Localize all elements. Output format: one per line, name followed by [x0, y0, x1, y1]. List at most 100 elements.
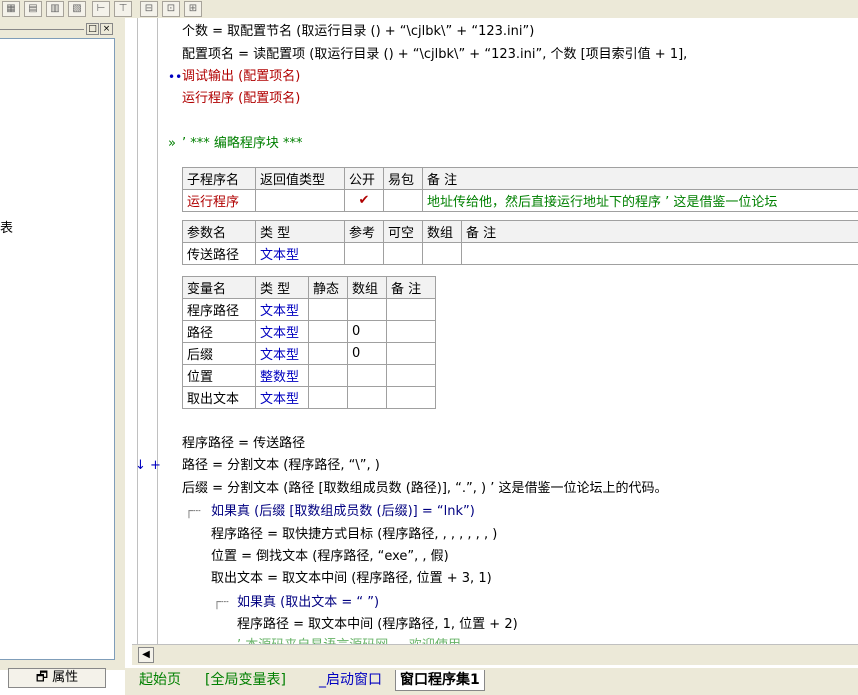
plus-icon[interactable]: ⊞ [184, 1, 202, 17]
var-header-array: 数组 [347, 276, 387, 299]
var-cell[interactable] [347, 364, 387, 387]
code-line-1[interactable]: 个数 = 取配置节名 (取运行目录 () + “\cjlbk\” + “123.… [182, 22, 534, 42]
properties-button[interactable]: 🗗 属性 [8, 668, 106, 688]
code-line-body10[interactable]: ’ 本源码来自易语言源码网 ... 欢迎使用 [237, 636, 461, 644]
param-table[interactable]: 参数名 类 型 参考 可空 数组 备 注 传送路径 文本型 [182, 220, 858, 265]
var-cell[interactable]: 程序路径 [182, 298, 256, 321]
table-row[interactable]: 后缀 文本型 0 [182, 342, 436, 365]
var-table[interactable]: 变量名 类 型 静态 数组 备 注 程序路径 文本型 路径 文本型 0 后缀 文… [182, 276, 436, 409]
var-cell[interactable]: 0 [347, 320, 387, 343]
tab-window-program-set[interactable]: 窗口程序集1 [395, 670, 485, 691]
close-icon[interactable]: × [100, 23, 113, 35]
var-cell[interactable] [386, 364, 436, 387]
splitter[interactable] [117, 18, 125, 670]
var-cell[interactable]: 后缀 [182, 342, 256, 365]
debug-marker-icon: •• [168, 70, 183, 84]
code-line-body7[interactable]: 取出文本 = 取文本中间 (程序路径, 位置 + 3, 1) [211, 569, 492, 589]
code-line-3[interactable]: 调试输出 (配置项名) [182, 67, 300, 87]
fold-marker-icon[interactable]: » [168, 134, 176, 154]
table-row[interactable]: 路径 文本型 0 [182, 320, 436, 343]
code-line-5[interactable]: ’ *** 编略程序块 *** [182, 134, 303, 154]
var-cell[interactable] [347, 386, 387, 409]
sub-cell-note[interactable]: 地址传给他，然后直接运行地址下的程序 ’ 这是借鉴一位论坛 [422, 189, 858, 212]
var-cell[interactable]: 整数型 [255, 364, 309, 387]
code-line-body1[interactable]: 程序路径 = 传送路径 [182, 434, 305, 454]
table-row[interactable]: 程序路径 文本型 [182, 298, 436, 321]
table-row[interactable]: 位置 整数型 [182, 364, 436, 387]
h-icon[interactable]: ⊢ [92, 1, 110, 17]
tree-text-fragment: 表 [0, 221, 14, 236]
var-cell[interactable]: 文本型 [255, 386, 309, 409]
code-line-4[interactable]: 运行程序 (配置项名) [182, 89, 300, 109]
var-cell[interactable] [308, 342, 348, 365]
horizontal-scrollbar[interactable]: ◀ [132, 644, 858, 665]
var-cell[interactable]: 文本型 [255, 342, 309, 365]
check-icon[interactable]: ✔ [344, 189, 384, 212]
param-cell-type[interactable]: 文本型 [255, 242, 345, 265]
param-header-ref: 参考 [344, 220, 384, 243]
code-line-body5[interactable]: 程序路径 = 取快捷方式目标 (程序路径, , , , , , , ) [211, 525, 497, 545]
sub-cell-name[interactable]: 运行程序 [182, 189, 256, 212]
var-header-name: 变量名 [182, 276, 256, 299]
param-cell-name[interactable]: 传送路径 [182, 242, 256, 265]
breakpoint-gutter[interactable] [125, 18, 138, 644]
var-cell[interactable]: 路径 [182, 320, 256, 343]
table-row[interactable]: 取出文本 文本型 [182, 386, 436, 409]
var-cell[interactable] [308, 364, 348, 387]
fold-guide: ┌┄ [213, 595, 229, 610]
code-line-body3[interactable]: 后缀 = 分割文本 (路径 [取数组成员数 (路径)], “.”, ) ’ 这是… [182, 479, 668, 499]
var-cell[interactable]: 文本型 [255, 320, 309, 343]
var-cell[interactable] [386, 342, 436, 365]
code-line-body8[interactable]: 如果真 (取出文本 = “ ”) [237, 593, 379, 613]
tab-startup-window[interactable]: _启动窗口 [315, 670, 386, 690]
var-cell[interactable]: 取出文本 [182, 386, 256, 409]
box-icon[interactable]: ⊡ [162, 1, 180, 17]
param-cell-ref[interactable] [344, 242, 384, 265]
sub-cell-return[interactable] [255, 189, 345, 212]
code-editor[interactable]: 个数 = 取配置节名 (取运行目录 () + “\cjlbk\” + “123.… [125, 18, 858, 644]
var-header-type: 类 型 [255, 276, 309, 299]
var-cell[interactable] [308, 320, 348, 343]
chart-icon[interactable]: ▥ [46, 1, 64, 17]
code-line-2[interactable]: 配置项名 = 读配置项 (取运行目录 () + “\cjlbk\” + “123… [182, 45, 687, 65]
fold-guide: ┌┄ [185, 504, 201, 519]
restore-icon[interactable]: □ [86, 23, 99, 35]
sub-table[interactable]: 子程序名 返回值类型 公开 易包 备 注 运行程序 ✔ 地址传给他，然后直接运行… [182, 167, 858, 212]
panel-tree[interactable]: 表 [0, 38, 115, 660]
sub-header-public: 公开 [344, 167, 384, 190]
sub-header-name: 子程序名 [182, 167, 256, 190]
left-panel: □ × 表 [0, 18, 117, 670]
var-cell[interactable] [347, 298, 387, 321]
properties-icon: 🗗 [35, 670, 49, 685]
var-cell[interactable] [386, 298, 436, 321]
code-line-body6[interactable]: 位置 = 倒找文本 (程序路径, “exe”, , 假) [211, 547, 449, 567]
var-cell[interactable] [386, 320, 436, 343]
var-cell[interactable] [308, 386, 348, 409]
sub-header-return: 返回值类型 [255, 167, 345, 190]
minus-icon[interactable]: ⊟ [140, 1, 158, 17]
code-line-body9[interactable]: 程序路径 = 取文本中间 (程序路径, 1, 位置 + 2) [237, 615, 518, 635]
tab-start[interactable]: 起始页 [135, 670, 185, 690]
var-cell[interactable]: 文本型 [255, 298, 309, 321]
var-header-note: 备 注 [386, 276, 436, 299]
scroll-left-icon[interactable]: ◀ [138, 647, 154, 663]
t-icon[interactable]: ⊤ [114, 1, 132, 17]
param-cell-null[interactable] [383, 242, 423, 265]
param-cell-note[interactable] [461, 242, 858, 265]
code-line-body2[interactable]: 路径 = 分割文本 (程序路径, “\”, ) [182, 456, 380, 476]
param-header-type: 类 型 [255, 220, 345, 243]
properties-label: 属性 [52, 670, 79, 685]
var-cell[interactable] [386, 386, 436, 409]
marker-gutter[interactable] [145, 18, 158, 644]
param-cell-array[interactable] [422, 242, 462, 265]
grid-icon[interactable]: ▦ [2, 1, 20, 17]
table-icon[interactable]: ▤ [24, 1, 42, 17]
var-cell[interactable]: 位置 [182, 364, 256, 387]
split-icon[interactable]: ▧ [68, 1, 86, 17]
var-cell[interactable] [308, 298, 348, 321]
var-cell[interactable]: 0 [347, 342, 387, 365]
var-header-static: 静态 [308, 276, 348, 299]
tab-global-vars[interactable]: [全局变量表] [201, 670, 290, 690]
sub-cell-easy[interactable] [383, 189, 423, 212]
code-line-body4[interactable]: 如果真 (后缀 [取数组成员数 (后缀)] = “lnk”) [211, 502, 475, 522]
